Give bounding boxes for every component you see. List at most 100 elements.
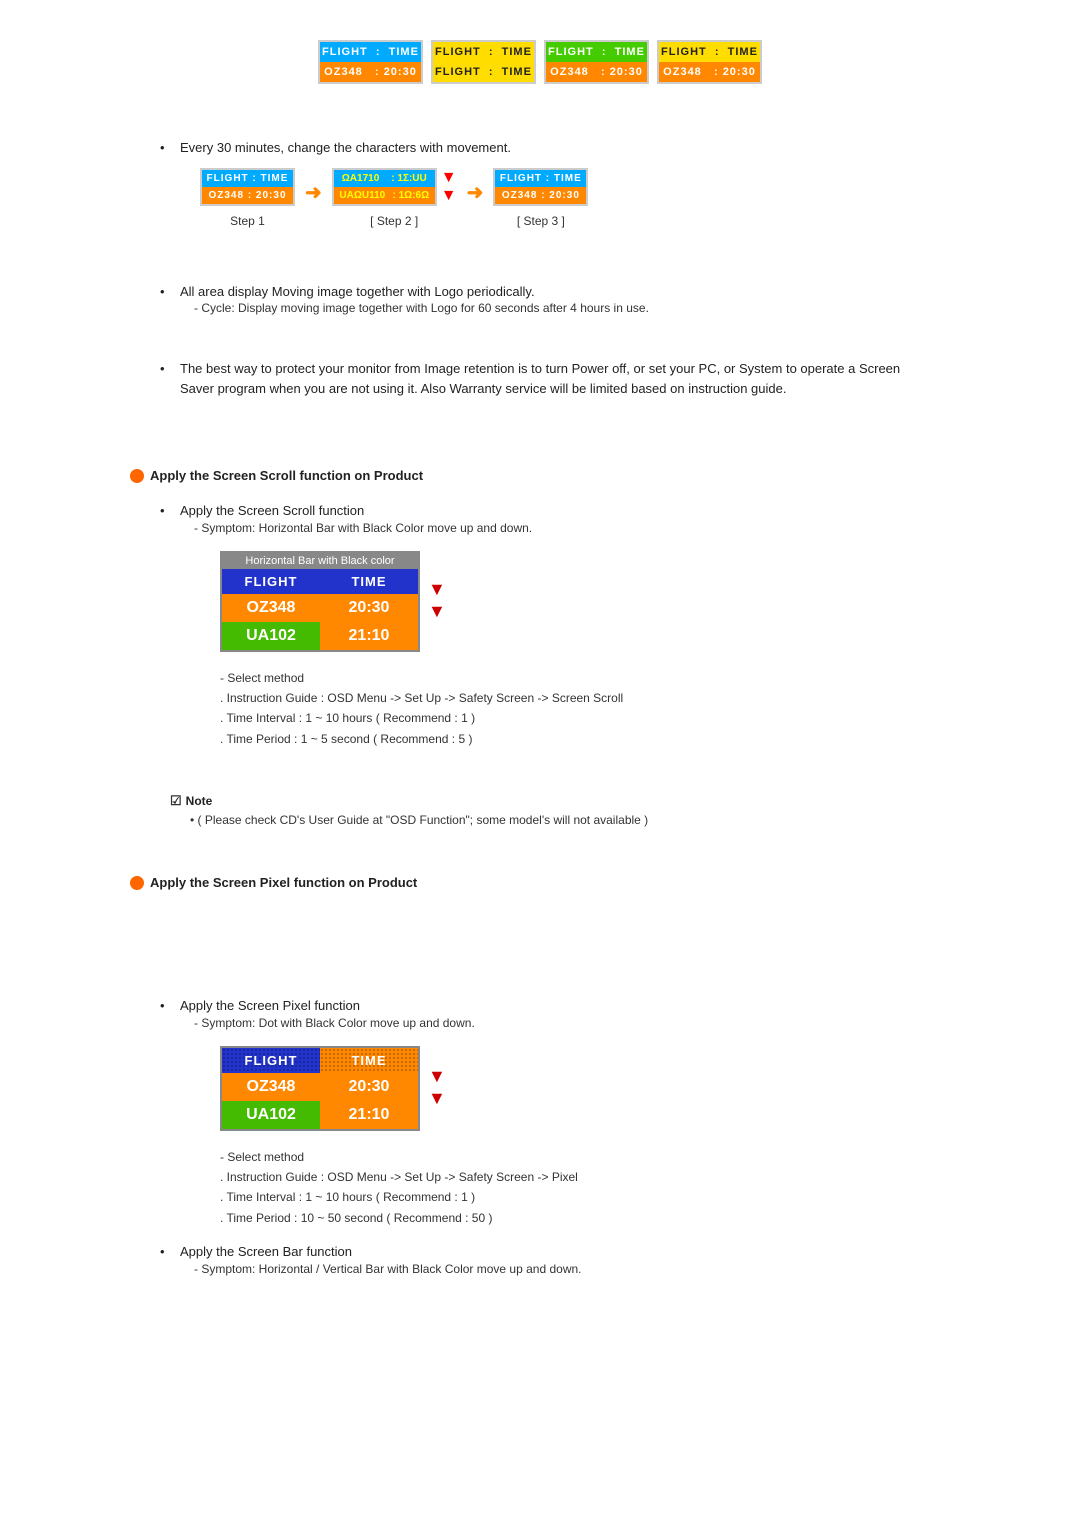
arrow-1: ➜ [305, 180, 322, 205]
scroll-r1-left: FLIGHT [222, 569, 320, 594]
pixel-method-line1: . Instruction Guide : OSD Menu -> Set Up… [220, 1167, 578, 1187]
pixel-display-table: FLIGHT TIME OZ348 20:30 UA102 21:10 [220, 1046, 420, 1131]
scroll-method-line3: . Time Period : 1 ~ 5 second ( Recommend… [220, 729, 623, 749]
orange-dot-2 [130, 876, 144, 890]
scroll-table-row3: UA102 21:10 [222, 622, 418, 650]
orange-dot-1 [130, 469, 144, 483]
pixel-r1-right: TIME [320, 1048, 418, 1073]
scroll-table-row1: FLIGHT TIME [222, 569, 418, 594]
step1-bottom: OZ348 : 20:30 [202, 187, 293, 204]
pixel-heading-text: Apply the Screen Pixel function on Produ… [150, 875, 417, 890]
bullet-text-2-sub: - Cycle: Display moving image together w… [194, 301, 649, 315]
flight-card-1: FLIGHT : TIME OZ348 : 20:30 [318, 40, 423, 84]
step3-bottom: OZ348 : 20:30 [495, 187, 586, 204]
scroll-r1-right: TIME [320, 569, 418, 594]
step1-top: FLIGHT : TIME [202, 170, 293, 187]
pixel-heading: Apply the Screen Pixel function on Produ… [130, 875, 950, 890]
pixel-r3-left: UA102 [222, 1101, 320, 1129]
bullet-dot-2: • [160, 284, 174, 299]
section-protect: • The best way to protect your monitor f… [160, 359, 920, 398]
scroll-table-header: Horizontal Bar with Black color [222, 553, 418, 569]
pixel-table-row3: UA102 21:10 [222, 1101, 418, 1129]
bar-bullet-sub: - Symptom: Horizontal / Vertical Bar wit… [194, 1262, 582, 1276]
scroll-table-row2: OZ348 20:30 [222, 594, 418, 622]
scroll-r3-left: UA102 [222, 622, 320, 650]
pixel-content: • Apply the Screen Pixel function - Symp… [160, 996, 920, 1276]
step1-label: Step 1 [230, 214, 265, 228]
card4-top: FLIGHT : TIME [659, 42, 760, 62]
step2-row2: UAΩU110 : 1Ω:6Ω [334, 187, 435, 204]
bullet-dot-3: • [160, 361, 174, 376]
scroll-heading: Apply the Screen Scroll function on Prod… [130, 468, 950, 483]
card2-bottom: FLIGHT : TIME [433, 62, 534, 82]
pixel-display-container: FLIGHT TIME OZ348 20:30 UA102 21:10 [180, 1038, 578, 1139]
step3-block: FLIGHT : TIME OZ348 : 20:30 [ Step 3 ] [493, 168, 588, 228]
pixel-r2-left: OZ348 [222, 1073, 320, 1101]
scroll-r3-right: 21:10 [320, 622, 418, 650]
scroll-display-table: Horizontal Bar with Black color FLIGHT T… [220, 551, 420, 652]
flight-card-4: FLIGHT : TIME OZ348 : 20:30 [657, 40, 762, 84]
bar-bullet: • Apply the Screen Bar function - Sympto… [160, 1242, 920, 1276]
section-logo: • All area display Moving image together… [160, 282, 920, 316]
steps-row: FLIGHT : TIME OZ348 : 20:30 Step 1 ➜ ΩA1… [200, 168, 588, 228]
pixel-bullet-sub: - Symptom: Dot with Black Color move up … [194, 1016, 578, 1030]
scroll-method-line2: . Time Interval : 1 ~ 10 hours ( Recomme… [220, 708, 623, 728]
card1-bottom: OZ348 : 20:30 [320, 62, 421, 82]
pixel-r1-left: FLIGHT [222, 1048, 320, 1073]
scroll-bullet-dot: • [160, 503, 174, 518]
card2-top: FLIGHT : TIME [433, 42, 534, 62]
pixel-table-row1: FLIGHT TIME [222, 1048, 418, 1073]
flight-card-3: FLIGHT : TIME OZ348 : 20:30 [544, 40, 649, 84]
card1-top: FLIGHT : TIME [320, 42, 421, 62]
scroll-red-arrows: ▼ ▼ [428, 579, 446, 622]
arrow-2: ➜ [467, 180, 484, 205]
pixel-r2-right: 20:30 [320, 1073, 418, 1101]
step3-label: [ Step 3 ] [517, 214, 565, 228]
scroll-content: • Apply the Screen Scroll function - Sym… [160, 501, 920, 755]
bar-bullet-dot: • [160, 1244, 174, 1259]
section-scroll: Apply the Screen Scroll function on Prod… [130, 468, 950, 755]
bar-bullet-text: Apply the Screen Bar function [180, 1242, 582, 1262]
card4-bottom: OZ348 : 20:30 [659, 62, 760, 82]
step3-top: FLIGHT : TIME [495, 170, 586, 187]
note-box: ☑ Note • ( Please check CD's User Guide … [170, 793, 950, 827]
step2-row1: ΩA1710 : 1Σ:UU [334, 170, 435, 187]
note-label: Note [186, 794, 213, 808]
bullet-text-2: All area display Moving image together w… [180, 282, 649, 302]
pixel-method-title: - Select method [220, 1147, 578, 1167]
scroll-r2-left: OZ348 [222, 594, 320, 622]
pixel-bullet-dot: • [160, 998, 174, 1013]
scroll-method: - Select method . Instruction Guide : OS… [220, 668, 623, 750]
pixel-r3-right: 21:10 [320, 1101, 418, 1129]
pixel-table-row2: OZ348 20:30 [222, 1073, 418, 1101]
step2-arrows: ▼ ▼ [441, 169, 457, 205]
step1-block: FLIGHT : TIME OZ348 : 20:30 Step 1 [200, 168, 295, 228]
pixel-method: - Select method . Instruction Guide : OS… [220, 1147, 578, 1229]
scroll-display-container: Horizontal Bar with Black color FLIGHT T… [180, 543, 623, 660]
section-pixel: Apply the Screen Pixel function on Produ… [130, 875, 950, 1276]
note-title: ☑ Note [170, 793, 950, 809]
step2-block: ΩA1710 : 1Σ:UU UAΩU110 : 1Ω:6Ω ▼ ▼ [332, 168, 457, 228]
scroll-method-title: - Select method [220, 668, 623, 688]
pixel-method-line3: . Time Period : 10 ~ 50 second ( Recomme… [220, 1208, 578, 1228]
scroll-heading-text: Apply the Screen Scroll function on Prod… [150, 468, 423, 483]
scroll-bullet1: • Apply the Screen Scroll function - Sym… [160, 501, 920, 755]
bullet-text-1: Every 30 minutes, change the characters … [180, 138, 588, 158]
scroll-bullet-text: Apply the Screen Scroll function [180, 501, 623, 521]
step2-card: ΩA1710 : 1Σ:UU UAΩU110 : 1Ω:6Ω [332, 168, 437, 206]
step2-label: [ Step 2 ] [370, 214, 418, 228]
card3-bottom: OZ348 : 20:30 [546, 62, 647, 82]
pixel-bullet-text: Apply the Screen Pixel function [180, 996, 578, 1016]
pixel-red-arrows: ▼ ▼ [428, 1066, 446, 1109]
note-text: • ( Please check CD's User Guide at "OSD… [190, 813, 950, 827]
scroll-r2-right: 20:30 [320, 594, 418, 622]
pixel-method-line2: . Time Interval : 1 ~ 10 hours ( Recomme… [220, 1187, 578, 1207]
scroll-method-line1: . Instruction Guide : OSD Menu -> Set Up… [220, 688, 623, 708]
scroll-bullet-sub: - Symptom: Horizontal Bar with Black Col… [194, 521, 623, 535]
step3-card: FLIGHT : TIME OZ348 : 20:30 [493, 168, 588, 206]
card3-top: FLIGHT : TIME [546, 42, 647, 62]
bullet-text-3: The best way to protect your monitor fro… [180, 359, 920, 398]
bullet-dot-1: • [160, 140, 174, 155]
pixel-bullet1: • Apply the Screen Pixel function - Symp… [160, 996, 920, 1234]
top-flight-cards-row: FLIGHT : TIME OZ348 : 20:30 FLIGHT : TIM… [130, 40, 950, 84]
